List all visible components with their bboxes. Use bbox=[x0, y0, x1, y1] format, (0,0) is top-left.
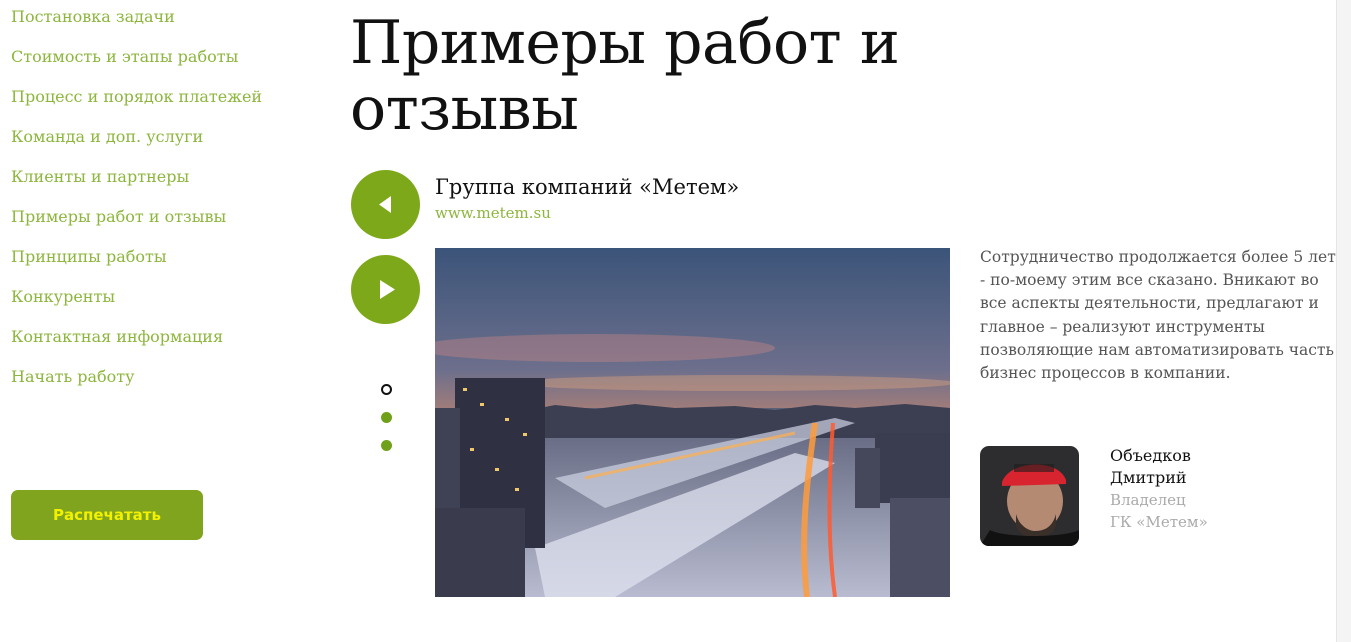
nav-item-examples[interactable]: Примеры работ и отзывы bbox=[11, 200, 311, 240]
nav-item-start[interactable]: Начать работу bbox=[11, 360, 311, 400]
reviewer-position: Владелец bbox=[1110, 491, 1186, 509]
nav-item-problem[interactable]: Постановка задачи bbox=[11, 0, 311, 40]
page-title: Примеры работ и отзывы bbox=[350, 8, 900, 144]
nav-item-contacts[interactable]: Контактная информация bbox=[11, 320, 311, 360]
sidebar-nav: Постановка задачи Стоимость и этапы рабо… bbox=[11, 0, 311, 400]
nav-item-clients[interactable]: Клиенты и партнеры bbox=[11, 160, 311, 200]
project-photo bbox=[435, 248, 950, 597]
company-name: Группа компаний «Метем» bbox=[435, 175, 740, 199]
arrow-right-icon bbox=[380, 280, 395, 299]
company-link[interactable]: www.metem.su bbox=[435, 204, 551, 222]
page-scrollbar[interactable] bbox=[1336, 0, 1351, 642]
reviewer-company: ГК «Метем» bbox=[1110, 513, 1208, 531]
reviewer-surname: Объедков bbox=[1110, 446, 1191, 465]
next-slide-button[interactable] bbox=[351, 255, 420, 324]
nav-item-cost[interactable]: Стоимость и этапы работы bbox=[11, 40, 311, 80]
slider-dot-3[interactable] bbox=[381, 440, 392, 451]
reviewer-firstname: Дмитрий bbox=[1110, 468, 1187, 487]
arrow-left-icon bbox=[379, 196, 391, 213]
print-button[interactable]: Распечатать bbox=[11, 490, 203, 540]
nav-item-payments[interactable]: Процесс и порядок платежей bbox=[11, 80, 311, 120]
nav-item-team[interactable]: Команда и доп. услуги bbox=[11, 120, 311, 160]
nav-item-competitors[interactable]: Конкуренты bbox=[11, 280, 311, 320]
nav-item-principles[interactable]: Принципы работы bbox=[11, 240, 311, 280]
slider-dot-2[interactable] bbox=[381, 412, 392, 423]
reviewer-role: Владелец ГК «Метем» bbox=[1110, 489, 1310, 533]
review-text: Сотрудничество продолжается более 5 лет … bbox=[980, 248, 1336, 383]
reviewer-avatar bbox=[980, 446, 1079, 546]
reviewer-name: Объедков Дмитрий bbox=[1110, 445, 1310, 489]
sidebar: Постановка задачи Стоимость и этапы рабо… bbox=[11, 0, 311, 540]
prev-slide-button[interactable] bbox=[351, 170, 420, 239]
slider-dot-1[interactable] bbox=[381, 384, 392, 395]
